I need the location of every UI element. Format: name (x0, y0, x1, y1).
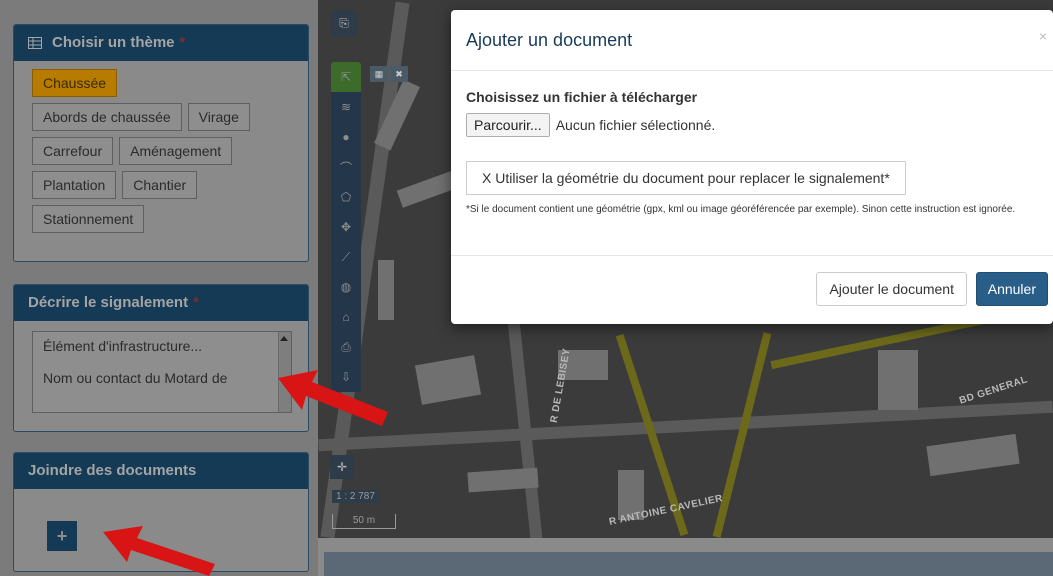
map-main-road (712, 332, 772, 538)
browse-button[interactable]: Parcourir... (466, 113, 550, 137)
description-line-2: Nom ou contact du Motard de (43, 370, 228, 386)
theme-button-row: Plantation Chantier (32, 171, 292, 199)
move-tool-icon[interactable]: ✥ (331, 212, 361, 242)
map-building (878, 350, 918, 410)
map-building (396, 170, 460, 208)
cancel-button[interactable]: Annuler (975, 272, 1048, 306)
wfs-tool-icon[interactable]: ≋ (331, 92, 361, 122)
theme-button[interactable]: Abords de chaussée (32, 103, 182, 131)
use-geometry-button[interactable]: X Utiliser la géométrie du document pour… (466, 161, 906, 195)
edit-vertex-icon[interactable]: ⟋ (331, 242, 361, 272)
annotation-arrow (278, 370, 388, 426)
theme-button[interactable]: Aménagement (119, 137, 233, 165)
street-label: R DE LEBISEY (548, 347, 573, 424)
theme-buttons: Chaussée Abords de chaussée Virage Carrefou… (14, 61, 308, 249)
share-icon[interactable]: ⎘ (331, 10, 357, 36)
sidebar: Choisir un thème * Chaussée Abords de chau… (0, 0, 318, 576)
describe-panel: Décrire le signalement * Élément d'infras… (13, 284, 309, 432)
scroll-up-icon[interactable] (280, 336, 288, 341)
theme-button[interactable]: Chantier (122, 171, 198, 199)
grid-icon (28, 27, 42, 63)
theme-button-row: Chaussée (32, 69, 292, 97)
theme-button-row: Stationnement (32, 205, 292, 233)
table-icon[interactable]: ▦ (370, 66, 388, 82)
describe-panel-title: Décrire le signalement (28, 294, 189, 311)
geometry-note: *Si le document contient une géométrie (… (466, 204, 1016, 215)
documents-panel-header: Joindre des documents (14, 453, 308, 489)
scale-bar: 50 m (332, 514, 396, 529)
theme-button[interactable]: Stationnement (32, 205, 145, 233)
description-line-1: Élément d'infrastructure... (43, 338, 203, 354)
map-road (505, 300, 543, 538)
annotation-arrow (103, 526, 215, 576)
choose-file-label: Choisissez un fichier à télécharger (466, 89, 698, 105)
theme-button[interactable]: Carrefour (32, 137, 114, 165)
point-tool-icon[interactable]: ● (331, 122, 361, 152)
bottom-strip (318, 538, 1053, 576)
modal-body: Choisissez un fichier à télécharger Parc… (451, 71, 1053, 216)
map-building (926, 433, 1020, 477)
theme-panel-header: Choisir un thème * (14, 25, 308, 61)
documents-panel-title: Joindre des documents (28, 462, 197, 479)
line-tool-icon[interactable]: ⌒ (331, 152, 361, 182)
required-mark: * (179, 34, 186, 51)
pan-control-icon[interactable]: ✛ (330, 455, 354, 479)
theme-button-row: Carrefour Aménagement (32, 137, 292, 165)
theme-panel-title: Choisir un thème (52, 34, 175, 51)
file-status: Aucun fichier sélectionné. (555, 117, 716, 133)
map-building (414, 355, 482, 405)
theme-button[interactable]: Virage (187, 103, 250, 131)
bottom-bar (324, 552, 1053, 576)
describe-body: Élément d'infrastructure... Nom ou conta… (14, 321, 308, 425)
theme-button-row: Abords de chaussée Virage (32, 103, 292, 131)
modal-footer: Ajouter le document Annuler (451, 255, 1053, 324)
file-input: Parcourir... Aucun fichier sélectionné. (466, 113, 1038, 137)
page: Choisir un thème * Chaussée Abords de chau… (0, 0, 1053, 576)
describe-panel-header: Décrire le signalement * (14, 285, 308, 321)
scale-text: 1 : 2 787 (332, 490, 379, 503)
modal-title: Ajouter un document (466, 30, 633, 50)
add-document-modal: Ajouter un document × Choisissez un fich… (451, 10, 1053, 324)
polygon-tool-icon[interactable]: ⬠ (331, 182, 361, 212)
theme-button[interactable]: Chaussée (32, 69, 118, 97)
close-icon[interactable]: × (1039, 28, 1047, 44)
add-document-button[interactable]: + (47, 521, 77, 551)
modal-header: Ajouter un document × (451, 10, 1053, 71)
select-tool-icon[interactable]: ⇱ (331, 62, 361, 92)
theme-panel: Choisir un thème * Chaussée Abords de chau… (13, 24, 309, 262)
trash-icon[interactable]: ✖ (390, 66, 408, 82)
map-building (378, 260, 394, 320)
required-mark: * (193, 294, 199, 311)
paint-tool-icon[interactable]: ◍ (331, 272, 361, 302)
mini-buttons: ▦ ✖ (370, 66, 408, 82)
theme-button[interactable]: Plantation (32, 171, 117, 199)
map-toolbar: ⇱ ≋ ● ⌒ ⬠ ✥ ⟋ ◍ ⌂ ⎙ ⇩ (331, 62, 361, 392)
area-tool-icon[interactable]: ⌂ (331, 302, 361, 332)
add-document-submit-button[interactable]: Ajouter le document (816, 272, 967, 306)
print-tool-icon[interactable]: ⎙ (331, 332, 361, 362)
description-textarea[interactable]: Élément d'infrastructure... Nom ou conta… (32, 331, 292, 413)
